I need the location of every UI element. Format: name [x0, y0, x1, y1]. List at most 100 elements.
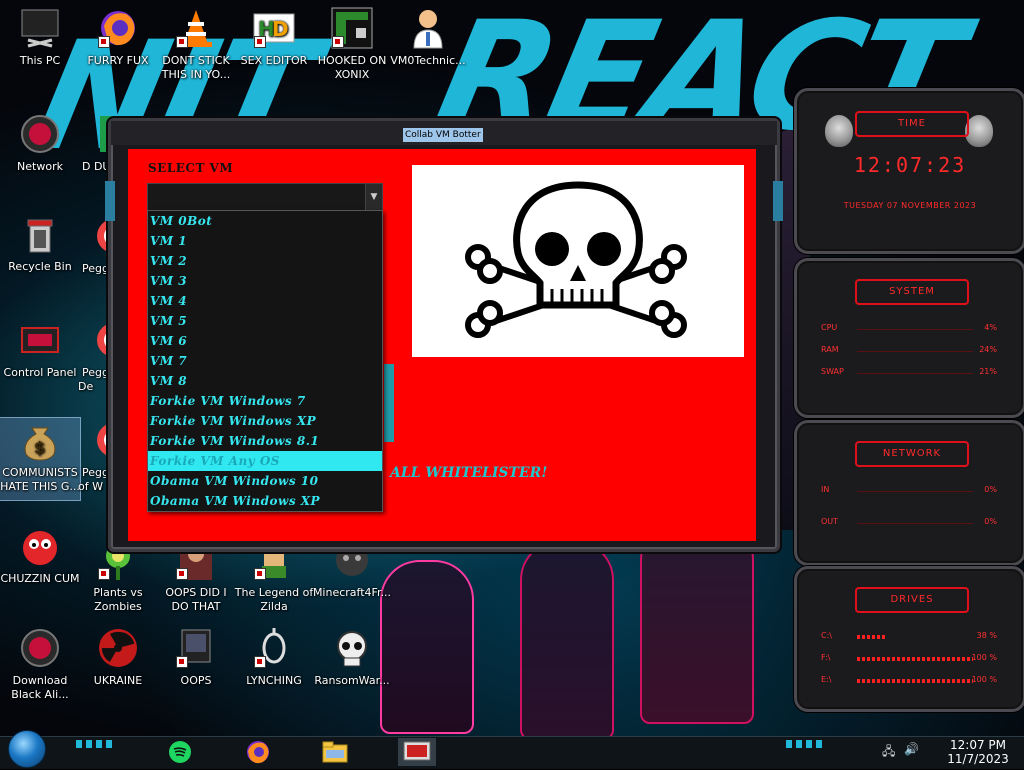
taskbar-firefox-button[interactable]	[243, 738, 273, 766]
xonix-game-icon	[330, 6, 374, 50]
vm-option[interactable]: VM 1	[148, 231, 382, 251]
taskbar-spotify-button[interactable]	[165, 738, 195, 766]
vm-option[interactable]: VM 0Bot	[148, 211, 382, 231]
vm-option[interactable]: Obama VM Windows 10	[148, 471, 382, 491]
desktop-icon-label: Pegg of W	[78, 466, 109, 493]
obscured-button[interactable]	[384, 364, 394, 442]
desktop-icon-peggle-3[interactable]: Pegg of W	[78, 418, 112, 494]
desktop-icon-recycle-bin[interactable]: Recycle Bin	[0, 212, 80, 274]
desktop-icon-ransomware[interactable]: RansomWar...	[312, 626, 392, 688]
desktop-icon-label: HOOKED ON XONIX	[317, 54, 387, 81]
desktop-icon-hxd[interactable]: HD SEX EDITOR	[234, 6, 314, 68]
row-label: CPU	[821, 323, 838, 332]
window-title: Collab VM Botter	[403, 128, 483, 142]
vm-option[interactable]: Obama VM Windows XP	[148, 491, 382, 511]
window-titlebar[interactable]: Collab VM Botter	[111, 121, 777, 145]
desktop-icon-communists[interactable]: $ COMMUNISTS HATE THIS G...	[0, 417, 81, 501]
start-orb-button[interactable]	[8, 730, 46, 768]
taskbar-decoration	[76, 740, 116, 748]
row-value: 0%	[984, 485, 997, 494]
widget-clock: 12:07:23	[853, 153, 967, 177]
desktop-icon-label: OOPS DID I DO THAT	[165, 586, 227, 613]
desktop-icon-lynching[interactable]: LYNCHING	[234, 626, 314, 688]
row-label: C:\	[821, 631, 832, 640]
desktop-icon-xonix[interactable]: HOOKED ON XONIX	[312, 6, 392, 82]
widget-header: TIME	[855, 111, 969, 137]
network-row-in: IN 0%	[821, 485, 997, 497]
alien-skin-icon	[18, 626, 62, 670]
preview-image	[412, 165, 744, 357]
skull-icon	[330, 626, 374, 670]
alien-network-icon	[18, 112, 62, 156]
svg-text:$: $	[34, 438, 45, 457]
desktop-icon-vm0technic[interactable]: VM0Technic...	[388, 6, 468, 68]
desktop-icon-label: Network	[17, 160, 63, 173]
desktop-icon-label: LYNCHING	[246, 674, 302, 687]
vm-option[interactable]: VM 5	[148, 311, 382, 331]
vm-option[interactable]: VM 6	[148, 331, 382, 351]
vm-option[interactable]: Forkie VM Windows 8.1	[148, 431, 382, 451]
drive-row-e: E:\ 100 %	[821, 675, 997, 687]
desktop-icon-ukraine[interactable]: UKRAINE	[78, 626, 158, 688]
network-tray-icon[interactable]: 🖧	[882, 742, 895, 763]
taskbar-collab-vm-button[interactable]	[398, 738, 436, 766]
window-frame-accent	[105, 181, 115, 221]
desktop-icon-vlc[interactable]: DONT STICK THIS IN YO...	[156, 6, 236, 82]
alien-head-icon	[825, 115, 853, 147]
system-row-ram: RAM 24%	[821, 345, 997, 357]
desktop-icon-peggle-2[interactable]: Pegg De	[78, 318, 112, 394]
usage-bar	[857, 491, 973, 492]
vm-option[interactable]: VM 8	[148, 371, 382, 391]
vm-option[interactable]: Forkie VM Windows 7	[148, 391, 382, 411]
vm-option[interactable]: VM 3	[148, 271, 382, 291]
whitelister-button[interactable]: ALL WHITELISTER!	[390, 465, 547, 481]
vlc-cone-icon	[174, 6, 218, 50]
system-row-swap: SWAP 21%	[821, 367, 997, 379]
volume-tray-icon[interactable]: 🔊	[904, 742, 919, 756]
desktop-icon-control-panel[interactable]: Control Panel	[0, 318, 80, 380]
chuzzle-creature-icon	[18, 524, 62, 568]
firefox-icon	[247, 741, 269, 764]
desktop-icon-network[interactable]: Network	[0, 112, 80, 174]
vm-select-dropdown[interactable]: ▼	[147, 183, 383, 211]
computer-icon	[18, 6, 62, 50]
spotify-icon	[169, 741, 191, 763]
desktop-icon-label: OOPS	[180, 674, 212, 687]
widget-date: TUESDAY 07 NOVEMBER 2023	[843, 201, 977, 210]
desktop-icon-label: Minecraft4Fr...	[312, 586, 392, 599]
desktop-icon-peggle-1[interactable]: Peggl	[78, 214, 112, 276]
desktop-icon-black-alien[interactable]: Download Black Ali...	[0, 626, 80, 702]
desktop-icon-this-pc[interactable]: This PC	[0, 6, 80, 68]
desktop-icon-label: Recycle Bin	[8, 260, 72, 273]
desktop-icon-label: VM0Technic...	[390, 54, 466, 67]
vm-option[interactable]: VM 4	[148, 291, 382, 311]
desktop-icon-firefox[interactable]: FURRY FUX	[78, 6, 158, 68]
collab-vm-botter-window[interactable]: Collab VM Botter SELECT VM ▼ VM 0Bot VM …	[105, 118, 783, 552]
desktop-icon-label: DONT STICK THIS IN YO...	[161, 54, 231, 81]
chevron-down-icon[interactable]: ▼	[365, 184, 382, 210]
usage-bar	[857, 373, 973, 374]
row-label: E:\	[821, 675, 832, 684]
taskbar-explorer-button[interactable]	[320, 738, 350, 766]
row-value: 0%	[984, 517, 997, 526]
skull-crossbones-icon	[465, 181, 687, 338]
money-bag-icon: $	[18, 418, 62, 462]
desktop-icon-label: Peggl	[82, 262, 112, 275]
svg-text:D: D	[272, 17, 289, 41]
desktop-icon-label: FURRY FUX	[87, 54, 149, 67]
taskbar	[0, 736, 1024, 769]
vm-option[interactable]: VM 7	[148, 351, 382, 371]
vm-option[interactable]: VM 2	[148, 251, 382, 271]
vm-option[interactable]: Forkie VM Windows XP	[148, 411, 382, 431]
desktop-icon-partial[interactable]: D DU	[78, 112, 112, 174]
desktop-icon-chuzzle[interactable]: CHUZZIN CUM	[0, 524, 80, 586]
vm-option-highlighted[interactable]: Forkie VM Any OS	[148, 451, 382, 471]
noose-icon	[252, 626, 296, 670]
radiation-symbol-icon	[96, 626, 140, 670]
usage-bar	[857, 657, 973, 661]
desktop-icon-oops[interactable]: OOPS	[156, 626, 236, 688]
vm-dropdown-list[interactable]: VM 0Bot VM 1 VM 2 VM 3 VM 4 VM 5 VM 6 VM…	[147, 210, 383, 512]
taskbar-clock[interactable]: 12:07 PM 11/7/2023	[938, 738, 1018, 766]
network-row-out: OUT 0%	[821, 517, 997, 529]
taskbar-decoration	[786, 740, 826, 748]
